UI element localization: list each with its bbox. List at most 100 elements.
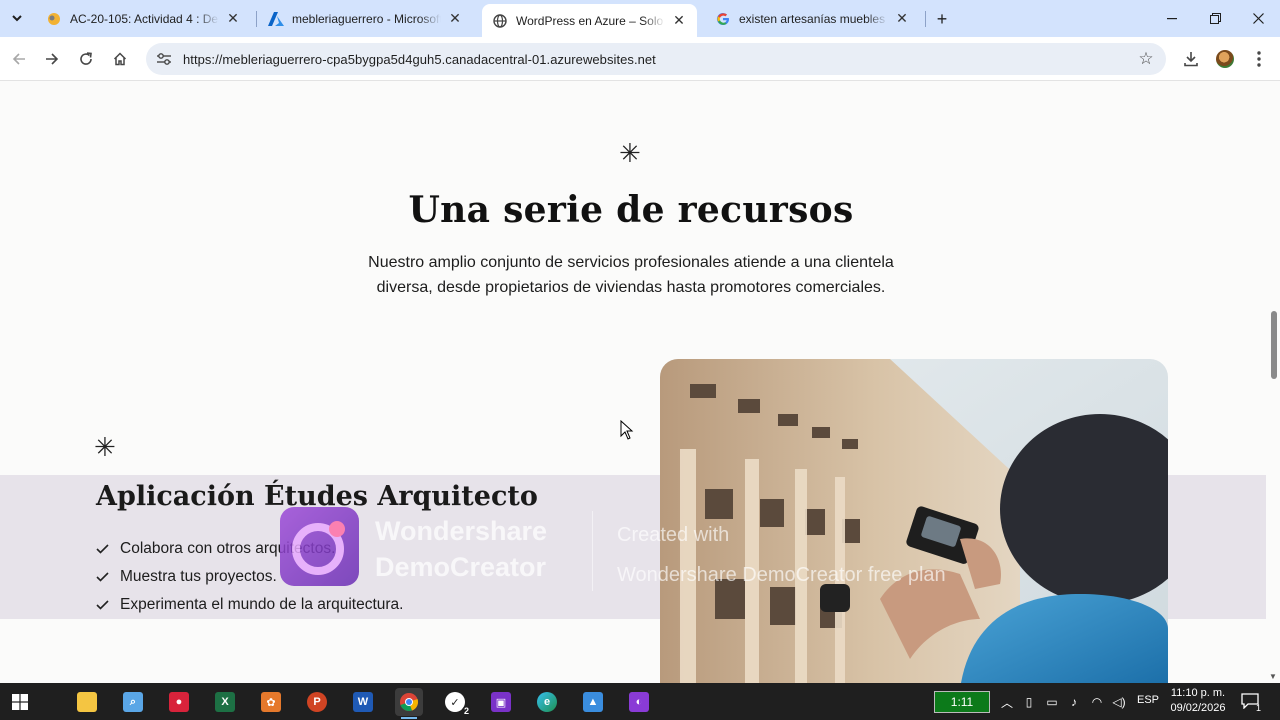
close-icon[interactable]: ✕: [447, 10, 463, 27]
feature-text: Experimenta el mundo de la arquitectura.: [120, 596, 404, 613]
browser-toolbar: https://mebleriaguerrero-cpa5bygpa5d4guh…: [0, 37, 1280, 81]
reload-button[interactable]: [72, 45, 100, 73]
democreator-icon: ◐: [629, 692, 649, 712]
democreator-logo: [280, 507, 359, 586]
tab-actividad[interactable]: AC-20-105: Actividad 4 : Desarrollo ✕: [36, 4, 251, 33]
check-icon: [96, 572, 110, 582]
tab-search-button[interactable]: [6, 7, 28, 29]
watermark-created-line: Wondershare DemoCreator free plan: [617, 564, 946, 586]
taskbar-excel[interactable]: X: [211, 688, 239, 716]
volume-icon[interactable]: ◁): [1110, 693, 1128, 711]
microphone-icon[interactable]: ♪: [1065, 693, 1083, 711]
asterisk-icon: ✳: [94, 433, 116, 463]
page-scrollbar[interactable]: ▼: [1266, 81, 1280, 683]
watermark-brand-line: DemoCreator: [375, 552, 547, 582]
taskbar-photos[interactable]: ▲: [579, 688, 607, 716]
scrollbar-thumb[interactable]: [1271, 311, 1277, 379]
badge-count: 2: [461, 706, 471, 716]
recording-timer[interactable]: 1:11: [934, 691, 990, 713]
close-window-button[interactable]: [1236, 0, 1280, 37]
scroll-down-arrow-icon[interactable]: ▼: [1269, 672, 1277, 681]
chevron-down-icon: [12, 14, 22, 21]
taskbar-file-explorer[interactable]: [73, 688, 101, 716]
app-icon: ▣: [491, 692, 511, 712]
downloads-button[interactable]: [1177, 45, 1205, 73]
taskbar-chrome[interactable]: [395, 688, 423, 719]
section-subtitle-line: Nuestro amplio conjunto de servicios pro…: [368, 254, 894, 271]
taskbar-word[interactable]: W: [349, 688, 377, 716]
battery-icon[interactable]: ▭: [1043, 693, 1061, 711]
arrow-left-icon: [12, 53, 25, 65]
windows-logo-icon: [12, 694, 28, 710]
chrome-icon: [400, 693, 419, 712]
bookmark-star-icon[interactable]: ☆: [1136, 49, 1156, 69]
tab-title: AC-20-105: Actividad 4 : Desarrollo: [70, 11, 219, 26]
windows-taskbar: ⌕ ● X ✿ P W ✓ 2 ▣ e ▲ ◐ 1:11 ︿ ▯ ▭ ♪ ◠ ◁…: [0, 683, 1280, 720]
taskbar-recorder[interactable]: ●: [165, 688, 193, 716]
close-icon[interactable]: ✕: [225, 10, 241, 27]
watermark-created: Created with Wondershare DemoCreator fre…: [617, 515, 946, 595]
wifi-icon[interactable]: ◠: [1088, 693, 1106, 711]
profile-button[interactable]: [1211, 45, 1239, 73]
magnifier-icon: ⌕: [123, 692, 143, 712]
clock-date: 09/02/2026: [1170, 702, 1226, 714]
taskbar-chat-app[interactable]: ✓ 2: [441, 688, 471, 716]
start-button[interactable]: [6, 688, 34, 716]
forward-button[interactable]: [38, 45, 66, 73]
tab-separator: [256, 11, 257, 27]
address-bar[interactable]: https://mebleriaguerrero-cpa5bygpa5d4guh…: [146, 43, 1166, 75]
record-icon: ●: [169, 692, 189, 712]
usb-icon[interactable]: ▯: [1020, 693, 1038, 711]
url-text[interactable]: https://mebleriaguerrero-cpa5bygpa5d4guh…: [183, 52, 656, 67]
home-icon: [113, 52, 127, 66]
edge-icon: e: [537, 692, 557, 712]
taskbar-edge[interactable]: e: [533, 688, 561, 716]
tab-google[interactable]: existen artesanías muebles artesanales ✕: [705, 4, 920, 33]
clock-time: 11:10 p. m.: [1170, 687, 1226, 699]
taskbar-democreator[interactable]: ◐: [625, 688, 653, 716]
minimize-button[interactable]: [1150, 0, 1194, 37]
word-icon: W: [353, 692, 373, 712]
azure-icon: [268, 11, 284, 27]
taskbar-powerpoint[interactable]: P: [303, 688, 331, 716]
taskbar-search-app[interactable]: ⌕: [119, 688, 147, 716]
section-subtitle-line: diversa, desde propietarios de viviendas…: [376, 279, 886, 296]
notifications-button[interactable]: 1: [1241, 692, 1261, 713]
paw-icon: ✿: [261, 692, 281, 712]
download-icon: [1184, 52, 1198, 67]
minimize-icon: [1167, 17, 1177, 19]
system-clock[interactable]: 11:10 p. m. 09/02/2026: [1166, 686, 1230, 716]
new-tab-button[interactable]: +: [931, 8, 953, 30]
close-icon: [1252, 13, 1264, 24]
menu-button[interactable]: [1245, 45, 1273, 73]
tab-strip: AC-20-105: Actividad 4 : Desarrollo ✕ me…: [0, 0, 1280, 37]
tab-azure[interactable]: mebleriaguerrero - Microsoft Azure ✕: [258, 4, 473, 33]
excel-icon: X: [215, 692, 235, 712]
notification-count: 1: [1255, 703, 1261, 713]
photos-icon: ▲: [583, 692, 603, 712]
taskbar-purple-app[interactable]: ▣: [487, 688, 515, 716]
avatar: [1216, 50, 1234, 68]
section-subtitle: Nuestro amplio conjunto de servicios pro…: [331, 250, 931, 300]
reload-icon: [80, 52, 92, 65]
tab-title: existen artesanías muebles artesanales: [739, 11, 888, 26]
section-title: Una serie de recursos: [408, 189, 854, 231]
watermark-divider: [592, 511, 593, 591]
watermark-created-line: Created with: [617, 524, 730, 546]
tray-overflow-icon[interactable]: ︿: [998, 693, 1016, 711]
mouse-cursor-icon: [620, 420, 634, 440]
close-icon[interactable]: ✕: [894, 10, 910, 27]
home-button[interactable]: [106, 45, 134, 73]
web-page: ✳ Una serie de recursos Nuestro amplio c…: [0, 81, 1266, 683]
language-indicator[interactable]: ESP: [1137, 694, 1159, 706]
site-settings-icon[interactable]: [150, 45, 178, 73]
taskbar-paw-app[interactable]: ✿: [257, 688, 285, 716]
restore-button[interactable]: [1193, 0, 1237, 37]
kebab-menu-icon: [1257, 51, 1261, 67]
close-icon[interactable]: ✕: [671, 12, 687, 29]
list-item: Experimenta el mundo de la arquitectura.: [96, 591, 403, 619]
back-button[interactable]: [5, 45, 33, 73]
folder-icon: [77, 692, 97, 712]
globe-icon: [492, 13, 508, 29]
tab-wordpress[interactable]: WordPress en Azure – Solo otro sitio ✕: [482, 4, 697, 37]
